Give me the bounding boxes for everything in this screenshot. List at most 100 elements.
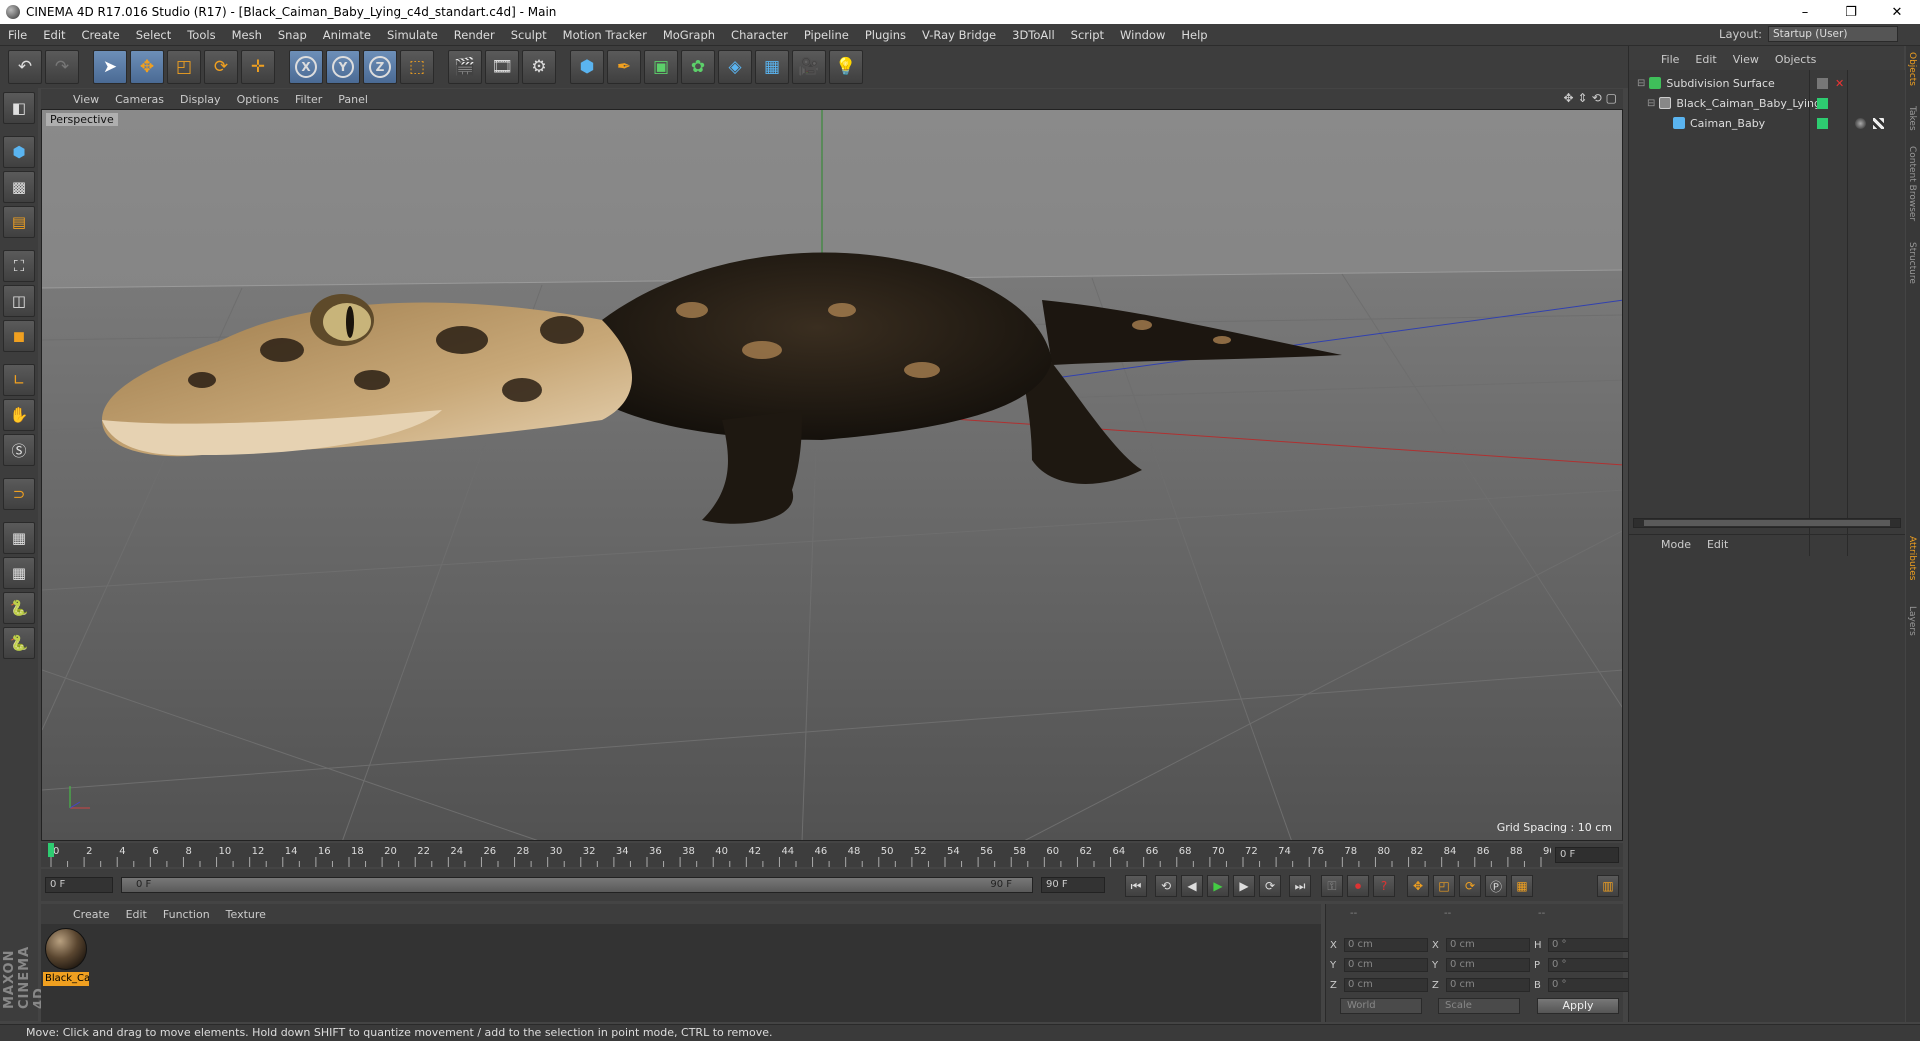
texture-mode-button[interactable]: ▩ xyxy=(3,171,35,203)
timeline-window-button[interactable]: ▥ xyxy=(1597,875,1619,897)
previous-frame-button[interactable]: ◀ xyxy=(1181,875,1203,897)
tab-takes[interactable]: Takes xyxy=(1907,106,1917,131)
tree-toggle-icon[interactable]: ⊟ xyxy=(1637,78,1645,89)
cloner-button[interactable]: ✿ xyxy=(681,50,715,84)
scale-tool-button[interactable]: ◰ xyxy=(167,50,201,84)
make-editable-button[interactable]: ◧ xyxy=(3,92,35,124)
material-tag-icon[interactable] xyxy=(1855,117,1866,129)
close-button[interactable]: ✕ xyxy=(1874,0,1920,24)
menu-select[interactable]: Select xyxy=(128,28,179,42)
tab-objects[interactable]: Objects xyxy=(1907,52,1917,86)
texture-tag-icon[interactable] xyxy=(1873,117,1884,129)
menu-pipeline[interactable]: Pipeline xyxy=(796,28,857,42)
restore-button[interactable]: ❐ xyxy=(1828,0,1874,24)
3d-viewport[interactable]: Perspective Grid Spacing : 10 cm xyxy=(41,109,1623,841)
layer-color-icon[interactable] xyxy=(1817,117,1828,129)
tree-toggle-icon[interactable]: ⊟ xyxy=(1647,98,1655,109)
pos-z-field[interactable]: 0 cm xyxy=(1344,978,1428,992)
key-position-button[interactable]: ✥ xyxy=(1407,875,1429,897)
object-row-black-caiman-baby-lying[interactable]: ⊟ Black_Caiman_Baby_Lying xyxy=(1629,94,1905,112)
cube-button[interactable]: ⬢ xyxy=(570,50,604,84)
previous-key-button[interactable]: ⟲ xyxy=(1155,875,1177,897)
rot-b-field[interactable]: 0 ° xyxy=(1548,978,1632,992)
menu-sculpt[interactable]: Sculpt xyxy=(503,28,555,42)
floor-button[interactable]: ▦ xyxy=(755,50,789,84)
viewport-menu-view[interactable]: View xyxy=(65,93,107,106)
redo-button[interactable]: ↷ xyxy=(45,50,79,84)
next-frame-button[interactable]: ▶ xyxy=(1233,875,1255,897)
last-tool-button[interactable]: ✛ xyxy=(241,50,275,84)
camera-button[interactable]: 🎥 xyxy=(792,50,826,84)
magnet-button[interactable]: ⊃ xyxy=(3,478,35,510)
menu-script[interactable]: Script xyxy=(1063,28,1112,42)
objects-menu-file[interactable]: File xyxy=(1653,53,1687,66)
tweak-mode-button[interactable]: ✋ xyxy=(3,399,35,431)
material-menu-function[interactable]: Function xyxy=(155,908,218,921)
viewport-menu-options[interactable]: Options xyxy=(229,93,287,106)
material-menu-texture[interactable]: Texture xyxy=(218,908,274,921)
render-settings-button[interactable]: ⚙ xyxy=(522,50,556,84)
live-selection-button[interactable]: ➤ xyxy=(93,50,127,84)
timeline-ruler[interactable]: 0 2 4 6 8 10 12 14 16 18 20 22 24 26 28 30 32 34 36 38 40 42 4… xyxy=(41,843,1623,867)
pos-y-field[interactable]: 0 cm xyxy=(1344,958,1428,972)
disable-x-icon[interactable]: ✕ xyxy=(1835,78,1846,89)
lock-workplane-button[interactable]: ▦ xyxy=(3,522,35,554)
model-mode-button[interactable]: ⬢ xyxy=(3,136,35,168)
dolly-icon[interactable]: ⇕ xyxy=(1578,91,1588,105)
next-key-button[interactable]: ⟳ xyxy=(1259,875,1281,897)
viewport-menu-cameras[interactable]: Cameras xyxy=(107,93,172,106)
objects-menu-objects[interactable]: Objects xyxy=(1767,53,1825,66)
pen-spline-button[interactable]: ✒ xyxy=(607,50,641,84)
menu-snap[interactable]: Snap xyxy=(270,28,315,42)
viewport-menu-display[interactable]: Display xyxy=(172,93,229,106)
render-view-button[interactable]: 🎬 xyxy=(448,50,482,84)
render-picture-viewer-button[interactable]: 🎞 xyxy=(485,50,519,84)
tab-attributes[interactable]: Attributes xyxy=(1907,536,1917,580)
size-mode-dropdown[interactable]: Scale xyxy=(1438,998,1520,1014)
viewport-menu-panel[interactable]: Panel xyxy=(330,93,376,106)
material-name[interactable]: Black_Ca xyxy=(43,972,89,986)
end-frame-field[interactable]: 90 F xyxy=(1041,877,1105,893)
editor-visibility-icon[interactable] xyxy=(1817,77,1828,89)
object-manager-scrollbar[interactable] xyxy=(1633,518,1901,528)
menu-window[interactable]: Window xyxy=(1112,28,1173,42)
z-axis-button[interactable]: Z xyxy=(363,50,397,84)
workplane-rotate-button[interactable]: ▦ xyxy=(3,557,35,589)
object-row-subdivision-surface[interactable]: ⊟ Subdivision Surface ✕ xyxy=(1629,74,1905,92)
material-menu-edit[interactable]: Edit xyxy=(118,908,155,921)
objects-menu-view[interactable]: View xyxy=(1725,53,1767,66)
coordinate-mode-dropdown[interactable]: World xyxy=(1340,998,1422,1014)
menu-mesh[interactable]: Mesh xyxy=(224,28,270,42)
size-x-field[interactable]: 0 cm xyxy=(1446,938,1530,952)
objects-menu-edit[interactable]: Edit xyxy=(1687,53,1724,66)
current-frame-field[interactable]: 0 F xyxy=(1555,847,1619,863)
layout-select[interactable]: Startup (User) xyxy=(1768,26,1898,42)
menu-plugins[interactable]: Plugins xyxy=(857,28,914,42)
playhead-marker[interactable] xyxy=(48,843,54,857)
material-menu-create[interactable]: Create xyxy=(65,908,118,921)
tab-structure[interactable]: Structure xyxy=(1907,242,1917,284)
orbit-icon[interactable]: ⟲ xyxy=(1592,91,1602,105)
menu-character[interactable]: Character xyxy=(723,28,796,42)
attributes-menu-mode[interactable]: Mode xyxy=(1653,538,1699,551)
pan-icon[interactable]: ✥ xyxy=(1563,91,1573,105)
edges-mode-button[interactable]: ◫ xyxy=(3,285,35,317)
deformer-button[interactable]: ◈ xyxy=(718,50,752,84)
rot-h-field[interactable]: 0 ° xyxy=(1548,938,1632,952)
rotate-tool-button[interactable]: ⟳ xyxy=(204,50,238,84)
auto-key-button[interactable]: ⏺ xyxy=(1347,875,1369,897)
pos-x-field[interactable]: 0 cm xyxy=(1344,938,1428,952)
menu-animate[interactable]: Animate xyxy=(315,28,379,42)
points-mode-button[interactable]: ⛶ xyxy=(3,250,35,282)
object-row-caiman-baby[interactable]: Caiman_Baby xyxy=(1629,114,1905,132)
material-preview[interactable] xyxy=(45,928,87,970)
attributes-menu-edit[interactable]: Edit xyxy=(1699,538,1736,551)
maximize-icon[interactable]: ▢ xyxy=(1606,91,1617,105)
menu-vray-bridge[interactable]: V-Ray Bridge xyxy=(914,28,1004,42)
key-parameter-button[interactable]: Ⓟ xyxy=(1485,875,1507,897)
key-scale-button[interactable]: ◰ xyxy=(1433,875,1455,897)
apply-button[interactable]: Apply xyxy=(1537,998,1619,1014)
start-frame-field[interactable]: 0 F xyxy=(45,877,113,893)
axis-mode-button[interactable]: ∟ xyxy=(3,364,35,396)
move-tool-button[interactable]: ✥ xyxy=(130,50,164,84)
